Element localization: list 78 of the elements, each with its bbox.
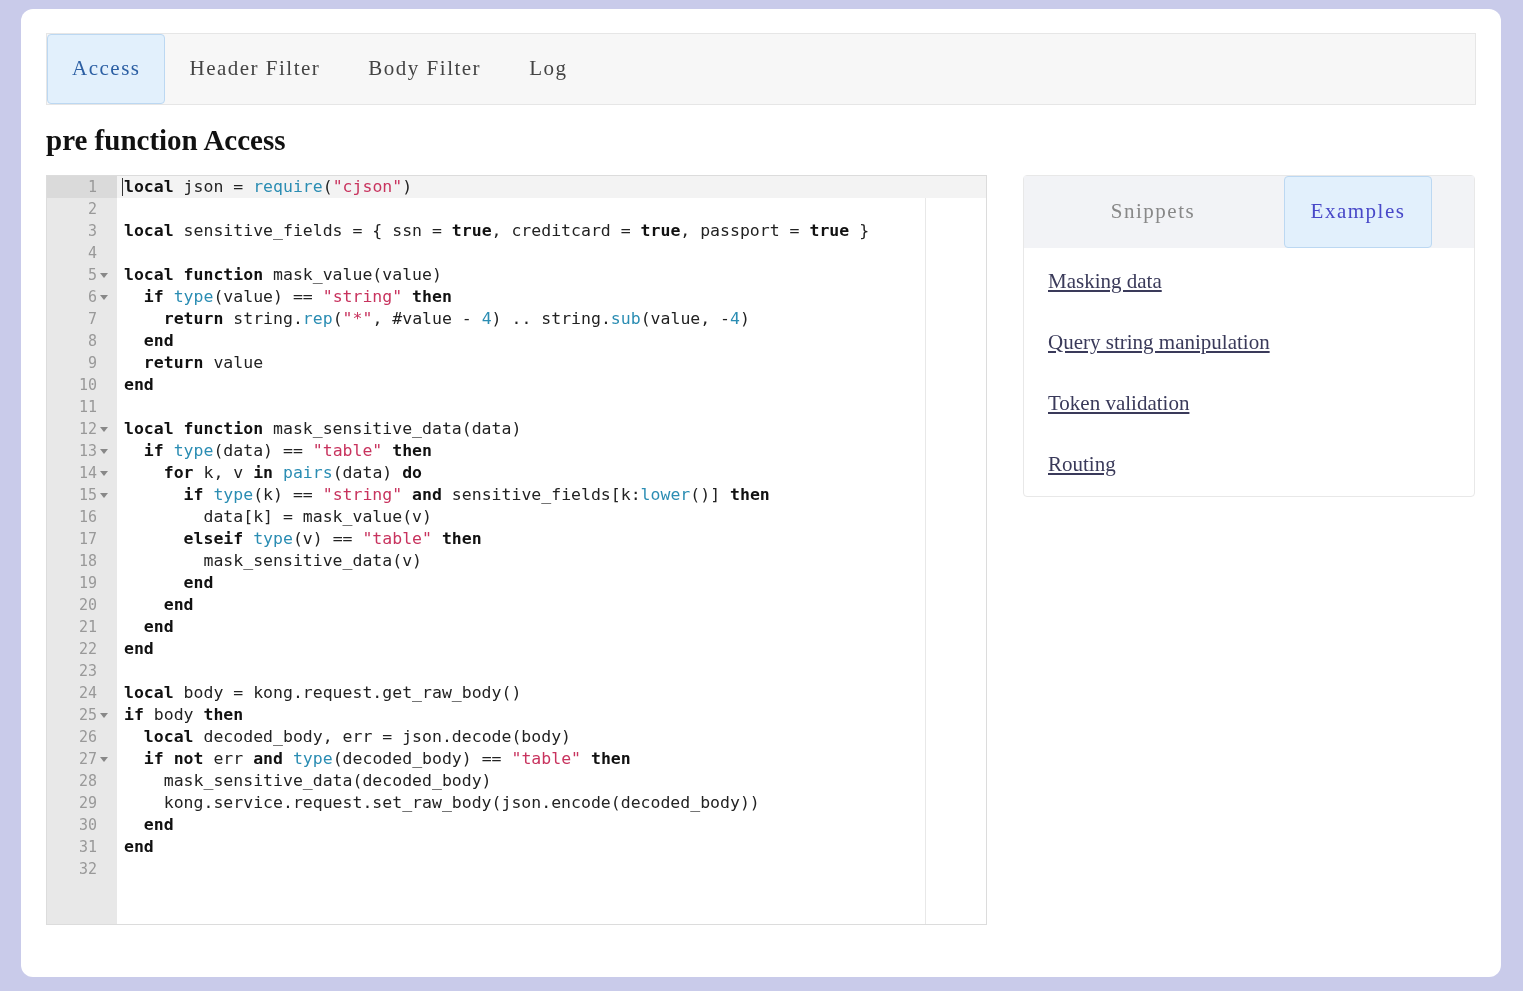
line-number: 14 [78,462,97,484]
line-number: 22 [78,638,97,660]
example-link[interactable]: Masking data [1048,266,1162,297]
fold-arrow-icon[interactable] [100,294,108,300]
section-heading: pre function Access [46,123,287,157]
line-number: 30 [78,814,97,836]
code-line: if type(k) == "string" and sensitive_fields[k:lower()] then [182,484,770,506]
fold-arrow-icon[interactable] [100,272,108,278]
code-line: end [182,572,214,594]
line-number: 31 [78,836,97,858]
code-line: end [142,330,174,352]
tab[interactable]: Body Filter [344,34,506,104]
code-line: mask_sensitive_data(v) [202,550,422,572]
line-number: 4 [87,242,97,264]
code-line: end [162,594,194,616]
line-number: 27 [78,748,97,770]
code-line: end [142,616,174,638]
line-number: 18 [78,550,97,572]
line-number: 5 [87,264,97,286]
code-line: elseif type(v) == "table" then [182,528,482,550]
line-number: 8 [87,330,97,352]
line-number: 21 [78,616,97,638]
line-number: 19 [78,572,97,594]
code-line: local function mask_value(value) [124,264,442,286]
line-number: 15 [78,484,97,506]
code-line: local body = kong.request.get_raw_body() [124,682,522,704]
fold-arrow-icon[interactable] [100,756,108,762]
code-line: local decoded_body, err = json.decode(body) [142,726,572,748]
code-line: end [142,814,174,836]
fold-arrow-icon[interactable] [100,426,108,432]
code-line: for k, v in pairs(data) do [162,462,423,484]
code-line: local sensitive_fields = { ssn = true, creditcard = true, passport = true } [124,220,870,242]
panel-tab[interactable]: Examples [1284,176,1432,248]
code-line: if type(data) == "table" then [142,440,432,462]
code-line: if not err and type(decoded_body) == "table" then [142,748,631,770]
line-number: 6 [87,286,97,308]
code-line: local function mask_sensitive_data(data) [124,418,522,440]
line-number: 16 [78,506,97,528]
line-number: 7 [87,308,97,330]
example-link[interactable]: Routing [1048,449,1116,480]
line-number: 11 [78,396,97,418]
code-line: end [124,374,154,396]
code-line: if body then [124,704,244,726]
line-number: 13 [78,440,97,462]
text-cursor [122,178,123,196]
code-line: mask_sensitive_data(decoded_body) [162,770,492,792]
tab[interactable]: Access [47,34,166,104]
line-number: 28 [78,770,97,792]
code-line: end [124,836,154,858]
line-number: 12 [78,418,97,440]
line-number: 9 [87,352,97,374]
fold-arrow-icon[interactable] [100,448,108,454]
example-link[interactable]: Query string manipulation [1048,327,1270,358]
line-number: 2 [87,198,97,220]
line-number: 26 [78,726,97,748]
code-line: end [124,638,154,660]
code-line: return value [142,352,264,374]
fold-arrow-icon[interactable] [100,470,108,476]
line-number: 32 [78,858,97,880]
code-line: data[k] = mask_value(v) [202,506,432,528]
line-number: 1 [87,176,97,198]
line-number: 10 [78,374,97,396]
code-line: return string.rep("*", #value - 4) .. string.sub(value, -4) [162,308,750,330]
example-link[interactable]: Token validation [1048,388,1190,419]
line-number: 3 [87,220,97,242]
line-number: 17 [78,528,97,550]
line-number: 24 [78,682,97,704]
line-number: 20 [78,594,97,616]
code-line: local json = require("cjson") [124,176,413,198]
code-line: if type(value) == "string" then [142,286,452,308]
tab[interactable]: Log [505,34,592,104]
line-number: 25 [78,704,97,726]
code-line: kong.service.request.set_raw_body(json.encode(decoded_body)) [162,792,760,814]
line-number: 29 [78,792,97,814]
line-number: 23 [78,660,97,682]
tab[interactable]: Header Filter [165,34,345,104]
fold-arrow-icon[interactable] [100,712,108,718]
fold-arrow-icon[interactable] [100,492,108,498]
